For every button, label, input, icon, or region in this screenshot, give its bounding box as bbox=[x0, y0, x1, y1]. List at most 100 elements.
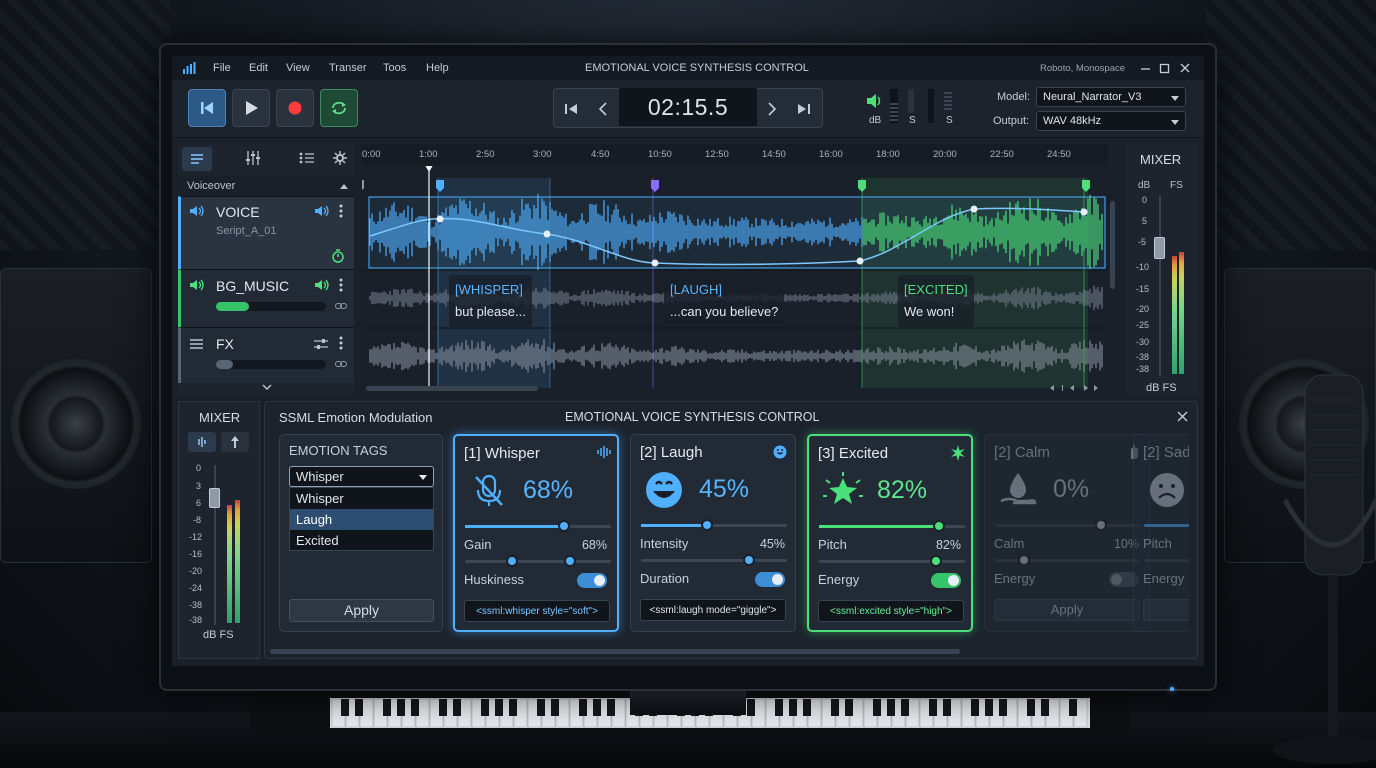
link-icon[interactable] bbox=[335, 302, 347, 310]
main-slider[interactable] bbox=[819, 520, 965, 532]
slider-knob[interactable] bbox=[929, 555, 942, 567]
more-icon[interactable] bbox=[339, 278, 343, 292]
more-icon[interactable] bbox=[339, 204, 343, 218]
slider-knob[interactable] bbox=[558, 520, 571, 532]
scale-label: -38 bbox=[189, 615, 203, 625]
output-select[interactable]: WAV 48kHz bbox=[1036, 111, 1186, 131]
emotion-dropdown[interactable]: Whisper bbox=[289, 466, 434, 487]
param-slider[interactable] bbox=[819, 555, 965, 567]
toggle-switch[interactable] bbox=[931, 573, 961, 588]
menu-file[interactable]: File bbox=[213, 62, 231, 74]
envelope-point[interactable] bbox=[436, 215, 444, 223]
param-slider[interactable] bbox=[641, 554, 787, 566]
main-slider[interactable] bbox=[995, 519, 1141, 531]
model-select[interactable]: Neural_Narrator_V3 bbox=[1036, 87, 1186, 107]
speaker-icon[interactable] bbox=[314, 279, 330, 291]
slider-knob[interactable] bbox=[506, 555, 518, 567]
param-slider[interactable] bbox=[995, 554, 1141, 566]
channel-fader[interactable] bbox=[209, 488, 220, 508]
toggle-switch[interactable] bbox=[755, 572, 785, 587]
param-slider[interactable] bbox=[1144, 559, 1189, 562]
envelope-point[interactable] bbox=[543, 230, 551, 238]
menu-transer[interactable]: Transer bbox=[329, 62, 367, 74]
fader-1[interactable] bbox=[908, 89, 914, 113]
vertical-scrollbar[interactable] bbox=[1110, 201, 1115, 289]
chevron-down-icon[interactable] bbox=[262, 384, 272, 391]
menu-edit[interactable]: Edit bbox=[249, 62, 268, 74]
option-laugh[interactable]: Laugh bbox=[290, 509, 433, 530]
main-slider[interactable] bbox=[1144, 524, 1189, 527]
menu-toos[interactable]: Toos bbox=[383, 62, 406, 74]
emotion-card-sad[interactable]: [2] Sad Pitch Energy bbox=[1133, 434, 1189, 632]
apply-button[interactable]: Apply bbox=[289, 599, 434, 622]
slider-knob[interactable] bbox=[743, 554, 755, 566]
slider-knob[interactable] bbox=[1018, 554, 1031, 566]
apply-button[interactable]: Apply bbox=[994, 599, 1140, 621]
slider-knob[interactable] bbox=[700, 519, 713, 531]
prev-button[interactable] bbox=[589, 97, 617, 121]
speaker-icon[interactable] bbox=[314, 205, 330, 217]
emotion-marker-laugh[interactable]: [LAUGH] ...can you believe? bbox=[664, 275, 785, 327]
bullets-icon[interactable] bbox=[299, 152, 315, 164]
speaker-icon[interactable] bbox=[189, 279, 205, 291]
skip-to-start-button[interactable] bbox=[188, 89, 226, 127]
horizontal-scrollbar[interactable] bbox=[366, 386, 538, 391]
play-button[interactable] bbox=[232, 89, 270, 127]
emotion-marker-excited[interactable]: [EXCITED] We won! bbox=[898, 275, 974, 327]
gear-icon[interactable] bbox=[333, 151, 347, 165]
toggle-switch[interactable] bbox=[577, 573, 607, 588]
record-button[interactable] bbox=[276, 89, 314, 127]
menu-help[interactable]: Help bbox=[426, 62, 449, 74]
panel-scrollbar[interactable] bbox=[270, 649, 960, 654]
speaker-icon[interactable] bbox=[189, 205, 205, 217]
envelope-point[interactable] bbox=[1080, 208, 1088, 216]
emotion-card-whisper[interactable]: [1] Whisper 68% Gain 68% Huskiness <ssml… bbox=[453, 434, 619, 632]
eq-icon[interactable] bbox=[245, 151, 261, 165]
play-icon bbox=[246, 101, 258, 115]
param-label: Energy bbox=[818, 572, 860, 587]
loop-button[interactable] bbox=[320, 89, 358, 127]
track-bg-music[interactable]: BG_MUSIC bbox=[178, 269, 354, 327]
timer-icon[interactable] bbox=[331, 249, 345, 263]
param-slider[interactable] bbox=[465, 555, 611, 567]
emotion-card-laugh[interactable]: [2] Laugh 45% Intensity 45% Duration <ss… bbox=[630, 434, 796, 632]
track-fx[interactable]: FX bbox=[178, 327, 354, 383]
input-button[interactable] bbox=[221, 432, 249, 452]
main-slider[interactable] bbox=[465, 520, 611, 532]
track-volume-slider[interactable] bbox=[216, 360, 326, 369]
envelope-point[interactable] bbox=[970, 205, 978, 213]
close-icon[interactable] bbox=[1180, 63, 1190, 73]
apply-button[interactable] bbox=[1143, 599, 1189, 621]
slider-knob[interactable] bbox=[564, 555, 577, 567]
emotion-card-excited[interactable]: [3] Excited 82% Pitch 82% Energy <ssml:e… bbox=[807, 434, 973, 632]
link-icon[interactable] bbox=[335, 360, 347, 368]
slider-knob[interactable] bbox=[932, 520, 945, 532]
close-icon[interactable] bbox=[1177, 411, 1188, 422]
group-header[interactable]: Voiceover bbox=[178, 176, 354, 196]
ssml-code: <ssml:excited style="high"> bbox=[818, 600, 964, 622]
track-volume-slider[interactable] bbox=[216, 302, 326, 311]
go-start-button[interactable] bbox=[557, 97, 585, 121]
envelope-point[interactable] bbox=[651, 259, 659, 267]
master-fader[interactable] bbox=[1154, 237, 1165, 259]
track-voice[interactable]: VOICE Seript_A_01 bbox=[178, 196, 354, 269]
next-button[interactable] bbox=[758, 97, 786, 121]
maximize-icon[interactable] bbox=[1159, 63, 1170, 74]
option-whisper[interactable]: Whisper bbox=[290, 488, 433, 509]
volume-icon[interactable] bbox=[866, 93, 884, 109]
zoom-controls[interactable] bbox=[1050, 384, 1102, 392]
slider-knob[interactable] bbox=[1095, 519, 1107, 531]
option-excited[interactable]: Excited bbox=[290, 530, 433, 551]
waveform-view-button[interactable] bbox=[188, 432, 216, 452]
main-slider[interactable] bbox=[641, 519, 787, 531]
menu-icon[interactable] bbox=[190, 339, 203, 349]
marker-text: We won! bbox=[904, 304, 955, 319]
go-end-button[interactable] bbox=[790, 97, 818, 121]
list-view-button[interactable] bbox=[182, 147, 212, 171]
menu-view[interactable]: View bbox=[286, 62, 310, 74]
sliders-icon[interactable] bbox=[314, 338, 328, 350]
emotion-marker-whisper[interactable]: [WHISPER] but please... bbox=[449, 275, 532, 327]
emotion-card-calm[interactable]: [2] Calm 0% Calm 10% Energy Apply bbox=[984, 434, 1150, 632]
more-icon[interactable] bbox=[339, 336, 343, 350]
envelope-point[interactable] bbox=[856, 257, 864, 265]
